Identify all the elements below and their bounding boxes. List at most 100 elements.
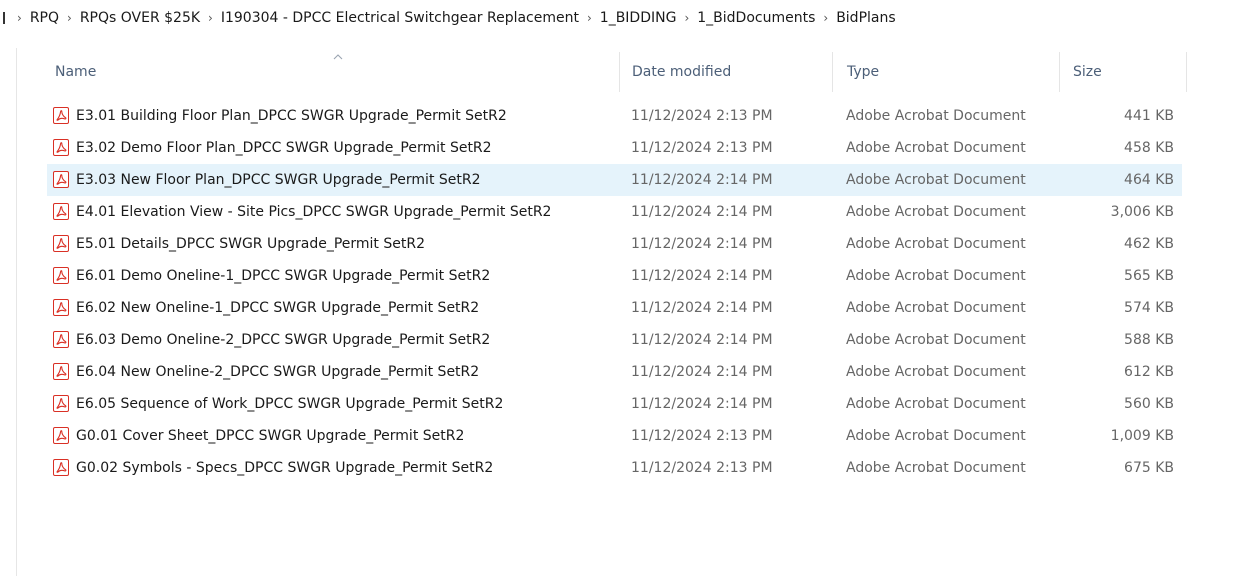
- file-name: E3.03 New Floor Plan_DPCC SWGR Upgrade_P…: [76, 172, 481, 188]
- pdf-icon: [53, 459, 69, 476]
- file-type: Adobe Acrobat Document: [846, 396, 1026, 412]
- file-row[interactable]: G0.01 Cover Sheet_DPCC SWGR Upgrade_Perm…: [47, 420, 1182, 452]
- file-size: 675 KB: [1124, 460, 1174, 476]
- file-name: E6.01 Demo Oneline-1_DPCC SWGR Upgrade_P…: [76, 268, 491, 284]
- chevron-right-icon[interactable]: ›: [823, 11, 828, 25]
- breadcrumb: › RPQ › RPQs OVER $25K › I190304 - DPCC …: [0, 0, 1258, 36]
- pdf-icon: [53, 235, 69, 252]
- file-size: 560 KB: [1124, 396, 1174, 412]
- chevron-right-icon[interactable]: ›: [684, 11, 689, 25]
- pdf-icon: [53, 203, 69, 220]
- file-type: Adobe Acrobat Document: [846, 428, 1026, 444]
- file-name: E4.01 Elevation View - Site Pics_DPCC SW…: [76, 204, 552, 220]
- file-row[interactable]: E3.01 Building Floor Plan_DPCC SWGR Upgr…: [47, 100, 1182, 132]
- chevron-right-icon[interactable]: ›: [67, 11, 72, 25]
- column-header-row: Name Date modified Type Size: [33, 52, 1193, 92]
- file-name: E6.03 Demo Oneline-2_DPCC SWGR Upgrade_P…: [76, 332, 491, 348]
- file-date-modified: 11/12/2024 2:13 PM: [631, 108, 773, 124]
- column-header-size-label: Size: [1073, 64, 1102, 80]
- breadcrumb-item-rpqs-over-25k[interactable]: RPQs OVER $25K: [79, 9, 201, 27]
- file-row[interactable]: E6.02 New Oneline-1_DPCC SWGR Upgrade_Pe…: [47, 292, 1182, 324]
- file-type: Adobe Acrobat Document: [846, 364, 1026, 380]
- chevron-right-icon[interactable]: ›: [208, 11, 213, 25]
- file-row[interactable]: G0.02 Symbols - Specs_DPCC SWGR Upgrade_…: [47, 452, 1182, 484]
- file-row[interactable]: E3.03 New Floor Plan_DPCC SWGR Upgrade_P…: [47, 164, 1182, 196]
- file-size: 588 KB: [1124, 332, 1174, 348]
- column-header-size[interactable]: Size: [1073, 52, 1183, 92]
- pdf-icon: [53, 299, 69, 316]
- file-date-modified: 11/12/2024 2:14 PM: [631, 332, 773, 348]
- breadcrumb-item-bidding[interactable]: 1_BIDDING: [599, 9, 678, 27]
- file-row[interactable]: E5.01 Details_DPCC SWGR Upgrade_Permit S…: [47, 228, 1182, 260]
- file-date-modified: 11/12/2024 2:14 PM: [631, 300, 773, 316]
- file-row[interactable]: E3.02 Demo Floor Plan_DPCC SWGR Upgrade_…: [47, 132, 1182, 164]
- column-divider[interactable]: [619, 52, 620, 92]
- file-type: Adobe Acrobat Document: [846, 300, 1026, 316]
- column-header-date-modified-label: Date modified: [632, 64, 732, 80]
- file-type: Adobe Acrobat Document: [846, 140, 1026, 156]
- file-size: 458 KB: [1124, 140, 1174, 156]
- file-type: Adobe Acrobat Document: [846, 236, 1026, 252]
- pdf-icon: [53, 331, 69, 348]
- chevron-right-icon[interactable]: ›: [17, 11, 22, 25]
- file-date-modified: 11/12/2024 2:14 PM: [631, 364, 773, 380]
- file-type: Adobe Acrobat Document: [846, 268, 1026, 284]
- file-name: E3.01 Building Floor Plan_DPCC SWGR Upgr…: [76, 108, 507, 124]
- file-row[interactable]: E6.01 Demo Oneline-1_DPCC SWGR Upgrade_P…: [47, 260, 1182, 292]
- file-name: G0.01 Cover Sheet_DPCC SWGR Upgrade_Perm…: [76, 428, 465, 444]
- file-date-modified: 11/12/2024 2:13 PM: [631, 428, 773, 444]
- file-size: 464 KB: [1124, 172, 1174, 188]
- file-name: E5.01 Details_DPCC SWGR Upgrade_Permit S…: [76, 236, 425, 252]
- file-row[interactable]: E6.04 New Oneline-2_DPCC SWGR Upgrade_Pe…: [47, 356, 1182, 388]
- chevron-right-icon[interactable]: ›: [587, 11, 592, 25]
- column-divider[interactable]: [1186, 52, 1187, 92]
- column-divider[interactable]: [832, 52, 833, 92]
- file-size: 441 KB: [1124, 108, 1174, 124]
- file-date-modified: 11/12/2024 2:14 PM: [631, 268, 773, 284]
- file-name: E3.02 Demo Floor Plan_DPCC SWGR Upgrade_…: [76, 140, 492, 156]
- file-date-modified: 11/12/2024 2:14 PM: [631, 172, 773, 188]
- breadcrumb-item-bid-documents[interactable]: 1_BidDocuments: [696, 9, 816, 27]
- pdf-icon: [53, 139, 69, 156]
- file-type: Adobe Acrobat Document: [846, 172, 1026, 188]
- file-row[interactable]: E6.05 Sequence of Work_DPCC SWGR Upgrade…: [47, 388, 1182, 420]
- pdf-icon: [53, 427, 69, 444]
- column-header-type-label: Type: [847, 64, 880, 80]
- pdf-icon: [53, 267, 69, 284]
- column-header-date-modified[interactable]: Date modified: [632, 52, 832, 92]
- file-row[interactable]: E6.03 Demo Oneline-2_DPCC SWGR Upgrade_P…: [47, 324, 1182, 356]
- column-divider[interactable]: [1059, 52, 1060, 92]
- file-list: E3.01 Building Floor Plan_DPCC SWGR Upgr…: [47, 100, 1182, 484]
- file-name: E6.02 New Oneline-1_DPCC SWGR Upgrade_Pe…: [76, 300, 480, 316]
- file-date-modified: 11/12/2024 2:13 PM: [631, 140, 773, 156]
- pdf-icon: [53, 107, 69, 124]
- navigation-pane-divider[interactable]: [16, 48, 17, 576]
- file-size: 565 KB: [1124, 268, 1174, 284]
- file-size: 612 KB: [1124, 364, 1174, 380]
- file-date-modified: 11/12/2024 2:14 PM: [631, 396, 773, 412]
- file-type: Adobe Acrobat Document: [846, 204, 1026, 220]
- column-header-type[interactable]: Type: [847, 52, 1057, 92]
- file-name: G0.02 Symbols - Specs_DPCC SWGR Upgrade_…: [76, 460, 494, 476]
- file-date-modified: 11/12/2024 2:13 PM: [631, 460, 773, 476]
- column-header-name[interactable]: Name: [55, 52, 615, 92]
- file-type: Adobe Acrobat Document: [846, 460, 1026, 476]
- file-type: Adobe Acrobat Document: [846, 332, 1026, 348]
- pdf-icon: [53, 395, 69, 412]
- file-size: 462 KB: [1124, 236, 1174, 252]
- column-header-name-label: Name: [55, 64, 97, 80]
- file-size: 1,009 KB: [1110, 428, 1174, 444]
- breadcrumb-item-bid-plans[interactable]: BidPlans: [835, 9, 896, 27]
- file-row[interactable]: E4.01 Elevation View - Site Pics_DPCC SW…: [47, 196, 1182, 228]
- file-size: 3,006 KB: [1110, 204, 1174, 220]
- pdf-icon: [53, 171, 69, 188]
- breadcrumb-item-project-folder[interactable]: I190304 - DPCC Electrical Switchgear Rep…: [220, 9, 580, 27]
- breadcrumb-overflow-edge: [3, 12, 5, 24]
- file-name: E6.05 Sequence of Work_DPCC SWGR Upgrade…: [76, 396, 504, 412]
- breadcrumb-item-rpq[interactable]: RPQ: [29, 9, 60, 27]
- file-name: E6.04 New Oneline-2_DPCC SWGR Upgrade_Pe…: [76, 364, 480, 380]
- file-type: Adobe Acrobat Document: [846, 108, 1026, 124]
- file-explorer-window: › RPQ › RPQs OVER $25K › I190304 - DPCC …: [0, 0, 1258, 576]
- file-date-modified: 11/12/2024 2:14 PM: [631, 204, 773, 220]
- file-date-modified: 11/12/2024 2:14 PM: [631, 236, 773, 252]
